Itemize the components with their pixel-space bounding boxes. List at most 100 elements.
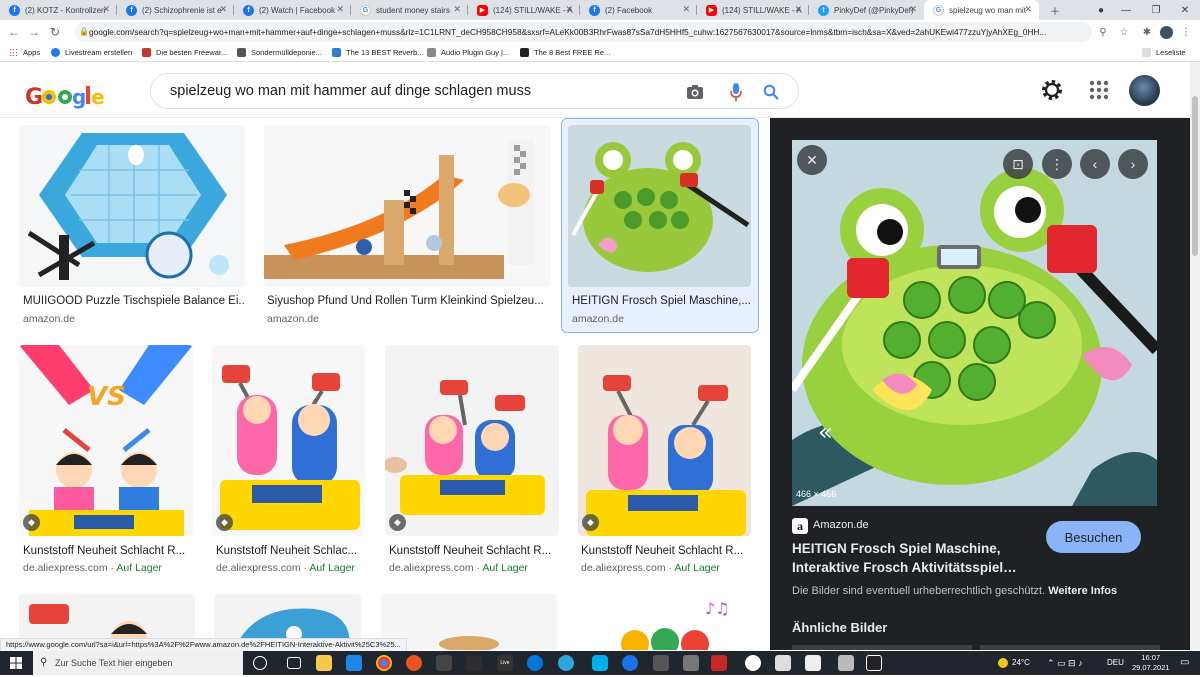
close-icon[interactable]: ✕ [453, 4, 461, 15]
result-caption[interactable]: Kunststoff Neuheit Schlac... [216, 545, 366, 557]
app-icon[interactable] [711, 655, 727, 671]
result-caption[interactable]: Kunststoff Neuheit Schlacht R... [581, 545, 751, 557]
extensions-icon[interactable]: ✱ [1139, 24, 1155, 40]
tab-5[interactable]: ▶ (124) STILL/WAKE - A ✕ [468, 0, 580, 20]
bookmark-item[interactable]: Livestream erstellen [51, 44, 132, 61]
notification-icon[interactable]: ▭ [1180, 651, 1189, 675]
bookmark-item[interactable]: The 13 BEST Reverb... [332, 44, 423, 61]
address-bar[interactable]: 🔒 google.com/search?q=spielzeug+wo+man+m… [75, 22, 1092, 42]
preview-title-line1[interactable]: HEITIGN Frosch Spiel Maschine, [792, 541, 1001, 556]
preview-title-line2[interactable]: Interaktive Frosch Aktivitätsspiel… [792, 560, 1017, 575]
similar-thumb[interactable] [792, 645, 972, 650]
result-caption[interactable]: HEITIGN Frosch Spiel Maschine,... [572, 295, 752, 307]
google-apps-grid-icon[interactable] [1089, 80, 1109, 100]
preview-image[interactable]: « [792, 140, 1157, 506]
result-image-7[interactable] [578, 345, 751, 536]
visit-button[interactable]: Besuchen [1046, 521, 1141, 553]
result-image-2[interactable] [264, 125, 550, 287]
result-image-3-selected[interactable] [568, 125, 751, 287]
result-image-10[interactable] [381, 594, 557, 650]
search-box[interactable]: spielzeug wo man mit hammer auf dinge sc… [150, 73, 799, 109]
result-source[interactable]: amazon.de [572, 313, 624, 325]
task-view-icon[interactable] [287, 657, 301, 669]
more-options-icon[interactable]: ⋮ [1042, 149, 1072, 179]
result-source[interactable]: de.aliexpress.com · Auf Lager [216, 562, 355, 574]
app-icon[interactable] [466, 655, 482, 671]
reload-icon[interactable]: ↻ [46, 23, 64, 41]
settings-gear-icon[interactable] [1040, 78, 1064, 102]
bookmark-item[interactable]: The 8 Best FREE Re... [520, 44, 610, 61]
app-icon[interactable] [805, 655, 821, 671]
windows-start-icon[interactable] [10, 657, 22, 669]
app-icon[interactable] [622, 655, 638, 671]
result-source[interactable]: de.aliexpress.com · Auf Lager [581, 562, 720, 574]
close-icon[interactable]: ✕ [102, 4, 110, 15]
microphone-icon[interactable] [725, 81, 747, 103]
tab-8[interactable]: t PinkyDef (@PinkyDef) ✕ [809, 0, 924, 20]
taskbar-search-input[interactable]: ⚲ Zur Suche Text hier eingeben [33, 651, 243, 675]
back-arrow-icon[interactable]: ← [5, 23, 23, 41]
search-icon[interactable] [760, 81, 782, 103]
app-icon[interactable] [683, 655, 699, 671]
camera-search-icon[interactable] [684, 81, 706, 103]
live-app-icon[interactable]: Live [497, 655, 513, 671]
close-icon[interactable]: ✕ [219, 4, 227, 15]
preview-site[interactable]: Amazon.de [813, 519, 869, 531]
zoom-icon[interactable]: ⚲ [1095, 24, 1111, 40]
ubuntu-icon[interactable] [406, 655, 422, 671]
close-icon[interactable]: ✕ [336, 4, 344, 15]
tab-active[interactable]: G spielzeug wo man mit ✕ [924, 0, 1039, 20]
result-caption[interactable]: Kunststoff Neuheit Schlacht R... [23, 545, 193, 557]
close-icon[interactable]: ✕ [682, 4, 690, 15]
close-icon[interactable]: ✕ [1024, 4, 1032, 15]
result-image-4[interactable]: VS [19, 345, 193, 536]
result-caption[interactable]: Kunststoff Neuheit Schlacht R... [389, 545, 559, 557]
chrome-icon[interactable] [376, 655, 392, 671]
menu-kebab-icon[interactable]: ⋮ [1178, 24, 1194, 40]
store-icon[interactable] [346, 655, 362, 671]
tab-2[interactable]: f (2) Schizophrenie ist e ✕ [117, 0, 234, 20]
tab-6[interactable]: f (2) Facebook ✕ [580, 0, 697, 20]
result-image-5[interactable] [212, 345, 365, 536]
result-source[interactable]: de.aliexpress.com · Auf Lager [389, 562, 528, 574]
file-explorer-icon[interactable] [316, 655, 332, 671]
bookmark-item[interactable]: Die besten Freewar... [142, 44, 227, 61]
minimize-icon[interactable]: — [1111, 0, 1141, 20]
result-source[interactable]: amazon.de [23, 313, 75, 325]
skype-icon[interactable] [592, 655, 608, 671]
result-caption[interactable]: MUIIGOOD Puzzle Tischspiele Balance Ei..… [23, 295, 245, 307]
page-scrollbar[interactable] [1190, 62, 1200, 650]
telegram-icon[interactable] [558, 655, 574, 671]
result-image-11[interactable]: ♪♫ [575, 594, 751, 650]
tab-1[interactable]: f (2) KOTZ - Kontrollzen ✕ [0, 0, 117, 20]
app-icon[interactable] [775, 655, 791, 671]
new-tab-plus-icon[interactable]: ＋ [1040, 0, 1070, 20]
clock[interactable]: 16:07 29.07.2021 [1132, 653, 1170, 677]
result-image-1[interactable] [19, 125, 245, 287]
bookmark-item[interactable]: Sondermülldeponie... [237, 44, 322, 61]
app-icon[interactable] [436, 655, 452, 671]
restore-icon[interactable]: ❐ [1141, 0, 1171, 20]
bookmark-item[interactable]: Audio Plugin Guy |... [427, 44, 509, 61]
forward-arrow-icon[interactable]: → [25, 23, 43, 41]
result-source[interactable]: amazon.de [267, 313, 319, 325]
next-chevron-icon[interactable]: › [1118, 149, 1148, 179]
tab-3[interactable]: f (2) Watch | Facebook ✕ [234, 0, 351, 20]
bookmark-star-icon[interactable]: ☆ [1116, 24, 1132, 40]
result-caption[interactable]: Siyushop Pfund Und Rollen Turm Kleinkind… [267, 295, 549, 307]
reading-list[interactable]: Leseliste [1142, 44, 1186, 61]
language-indicator[interactable]: DEU [1107, 651, 1124, 675]
app-icon[interactable] [527, 655, 543, 671]
close-icon[interactable]: ✕ [565, 4, 573, 15]
terminal-icon[interactable] [866, 655, 882, 671]
tab-4[interactable]: G student money stairs ✕ [351, 0, 468, 20]
lens-search-icon[interactable]: ⊡ [1003, 149, 1033, 179]
tray-icons[interactable]: ⌃ ▭ ⊟ ♪ [1047, 651, 1083, 675]
close-preview-icon[interactable]: ✕ [797, 145, 827, 175]
google-doodle-logo[interactable]: G g e [22, 78, 110, 110]
weather-widget[interactable]: 24°C [998, 651, 1030, 675]
similar-thumb[interactable] [980, 645, 1160, 650]
app-icon[interactable] [653, 655, 669, 671]
bookmark-apps[interactable]: Apps [9, 44, 40, 61]
more-info-link[interactable]: Weitere Infos [1048, 585, 1117, 597]
